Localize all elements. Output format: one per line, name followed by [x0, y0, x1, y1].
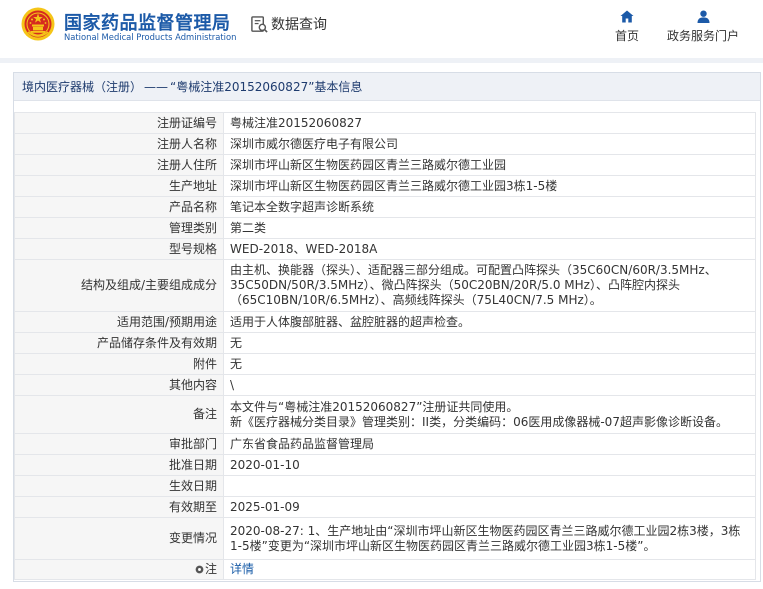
field-value: 详情: [223, 559, 756, 580]
field-value: 深圳市威尔德医疗电子有限公司: [223, 133, 756, 155]
table-row: 生效日期: [14, 475, 756, 497]
remark-line-1: 本文件与“粤械注准20152060827”注册证共同使用。: [230, 399, 519, 414]
field-value: WED-2018、WED-2018A: [223, 238, 756, 260]
field-label: 备注: [14, 395, 224, 434]
field-value: 本文件与“粤械注准20152060827”注册证共同使用。 新《医疗器械分类目录》…: [223, 395, 756, 434]
table-row: 注详情: [14, 559, 756, 580]
table-row: 生产地址 深圳市坪山新区生物医药园区青兰三路威尔德工业园3栋1-5楼: [14, 175, 756, 197]
remark-line-2: 新《医疗器械分类目录》管理类别：II类，分类编码：06医用成像器械-07超声影像…: [230, 414, 728, 429]
breadcrumb: 境内医疗器械（注册） —— “粤械注准20152060827”基本信息: [14, 73, 760, 101]
table-row: 产品储存条件及有效期无: [14, 332, 756, 354]
nav-portal-label: 政务服务门户: [666, 29, 739, 43]
note-label: 注: [14, 559, 224, 580]
field-label: 生效日期: [14, 475, 224, 497]
field-value: 深圳市坪山新区生物医药园区青兰三路威尔德工业园3栋1-5楼: [223, 175, 756, 197]
field-value: 2020-01-10: [223, 454, 756, 476]
field-value: 第二类: [223, 217, 756, 239]
field-value: 由主机、换能器（探头）、适配器三部分组成。可配置凸阵探头（35C60CN/60R…: [223, 259, 756, 312]
field-value: 2025-01-09: [223, 496, 756, 518]
table-row: 附件无: [14, 353, 756, 375]
field-label: 适用范围/预期用途: [14, 311, 224, 333]
field-label: 注册人名称: [14, 133, 224, 155]
nav-home[interactable]: 首页: [607, 10, 647, 44]
nav-home-label: 首页: [614, 29, 639, 43]
field-value: 2020-08-27: 1、生产地址由“深圳市坪山新区生物医药园区青兰三路威尔德…: [223, 517, 756, 560]
detail-panel: 境内医疗器械（注册） —— “粤械注准20152060827”基本信息 注册证编…: [13, 72, 761, 582]
table-row: 备注 本文件与“粤械注准20152060827”注册证共同使用。 新《医疗器械分类目…: [14, 395, 756, 434]
field-label: 批准日期: [14, 454, 224, 476]
field-label: 附件: [14, 353, 224, 375]
table-row: 注册证编号 粤械注准20152060827: [14, 112, 756, 134]
registration-info-table: 注册证编号 粤械注准20152060827 注册人名称 深圳市威尔德医疗电子有限公司…: [14, 112, 756, 580]
table-row: 结构及组成/主要组成成分 由主机、换能器（探头）、适配器三部分组成。可配置凸阵探头…: [14, 259, 756, 312]
table-row: 产品名称 笔记本全数字超声诊断系统: [14, 196, 756, 218]
field-label: 结构及组成/主要组成成分: [14, 259, 224, 312]
table-row: 批准日期 2020-01-10: [14, 454, 756, 476]
header-divider: [0, 58, 763, 63]
field-value: 无: [223, 353, 756, 375]
field-label: 有效期至: [14, 496, 224, 518]
field-value: 广东省食品药品监督管理局: [223, 433, 756, 455]
site-subtitle: National Medical Products Administration: [64, 32, 237, 42]
details-link[interactable]: 详情: [230, 562, 254, 576]
table-row: 其他内容 \: [14, 374, 756, 396]
site-header: 国家药品监督管理局 National Medical Products Admi…: [0, 0, 763, 58]
field-label: 型号规格: [14, 238, 224, 260]
nav-service-portal[interactable]: 政务服务门户: [662, 10, 744, 44]
field-value: 笔记本全数字超声诊断系统: [223, 196, 756, 218]
table-row: 适用范围/预期用途 适用于人体腹部脏器、盆腔脏器的超声检查。: [14, 311, 756, 333]
field-label: 管理类别: [14, 217, 224, 239]
table-row: 注册人名称 深圳市威尔德医疗电子有限公司: [14, 133, 756, 155]
field-label: 注册人住所: [14, 154, 224, 176]
field-label: 生产地址: [14, 175, 224, 197]
table-row: 注册人住所 深圳市坪山新区生物医药园区青兰三路威尔德工业园: [14, 154, 756, 176]
table-row: 型号规格 WED-2018、WED-2018A: [14, 238, 756, 260]
field-label: 审批部门: [14, 433, 224, 455]
breadcrumb-separator: ——: [144, 79, 169, 94]
field-value: \: [223, 374, 756, 396]
field-label: 其他内容: [14, 374, 224, 396]
field-value: 无: [223, 332, 756, 354]
table-row: 有效期至 2025-01-09: [14, 496, 756, 518]
field-label: 产品储存条件及有效期: [14, 332, 224, 354]
breadcrumb-category[interactable]: 境内医疗器械（注册）: [22, 78, 142, 95]
field-label: 注: [204, 562, 217, 576]
field-value: 粤械注准20152060827: [223, 112, 756, 134]
user-icon: [697, 10, 709, 23]
field-label: 注册证编号: [14, 112, 224, 134]
home-icon: [620, 10, 634, 23]
field-value: 深圳市坪山新区生物医药园区青兰三路威尔德工业园: [223, 154, 756, 176]
national-emblem-icon: [21, 7, 55, 41]
field-value: [223, 475, 756, 497]
pin-icon: [195, 565, 204, 574]
field-label: 产品名称: [14, 196, 224, 218]
table-row: 管理类别 第二类: [14, 217, 756, 239]
table-row: 审批部门 广东省食品药品监督管理局: [14, 433, 756, 455]
field-value: 适用于人体腹部脏器、盆腔脏器的超声检查。: [223, 311, 756, 333]
field-label: 变更情况: [14, 517, 224, 560]
table-row: 变更情况 2020-08-27: 1、生产地址由“深圳市坪山新区生物医药园区青兰三…: [14, 517, 756, 560]
data-query-icon: [251, 15, 268, 33]
data-query-link[interactable]: 数据查询: [250, 13, 327, 35]
breadcrumb-title: “粤械注准20152060827”基本信息: [170, 80, 363, 94]
data-query-label: 数据查询: [271, 17, 327, 33]
